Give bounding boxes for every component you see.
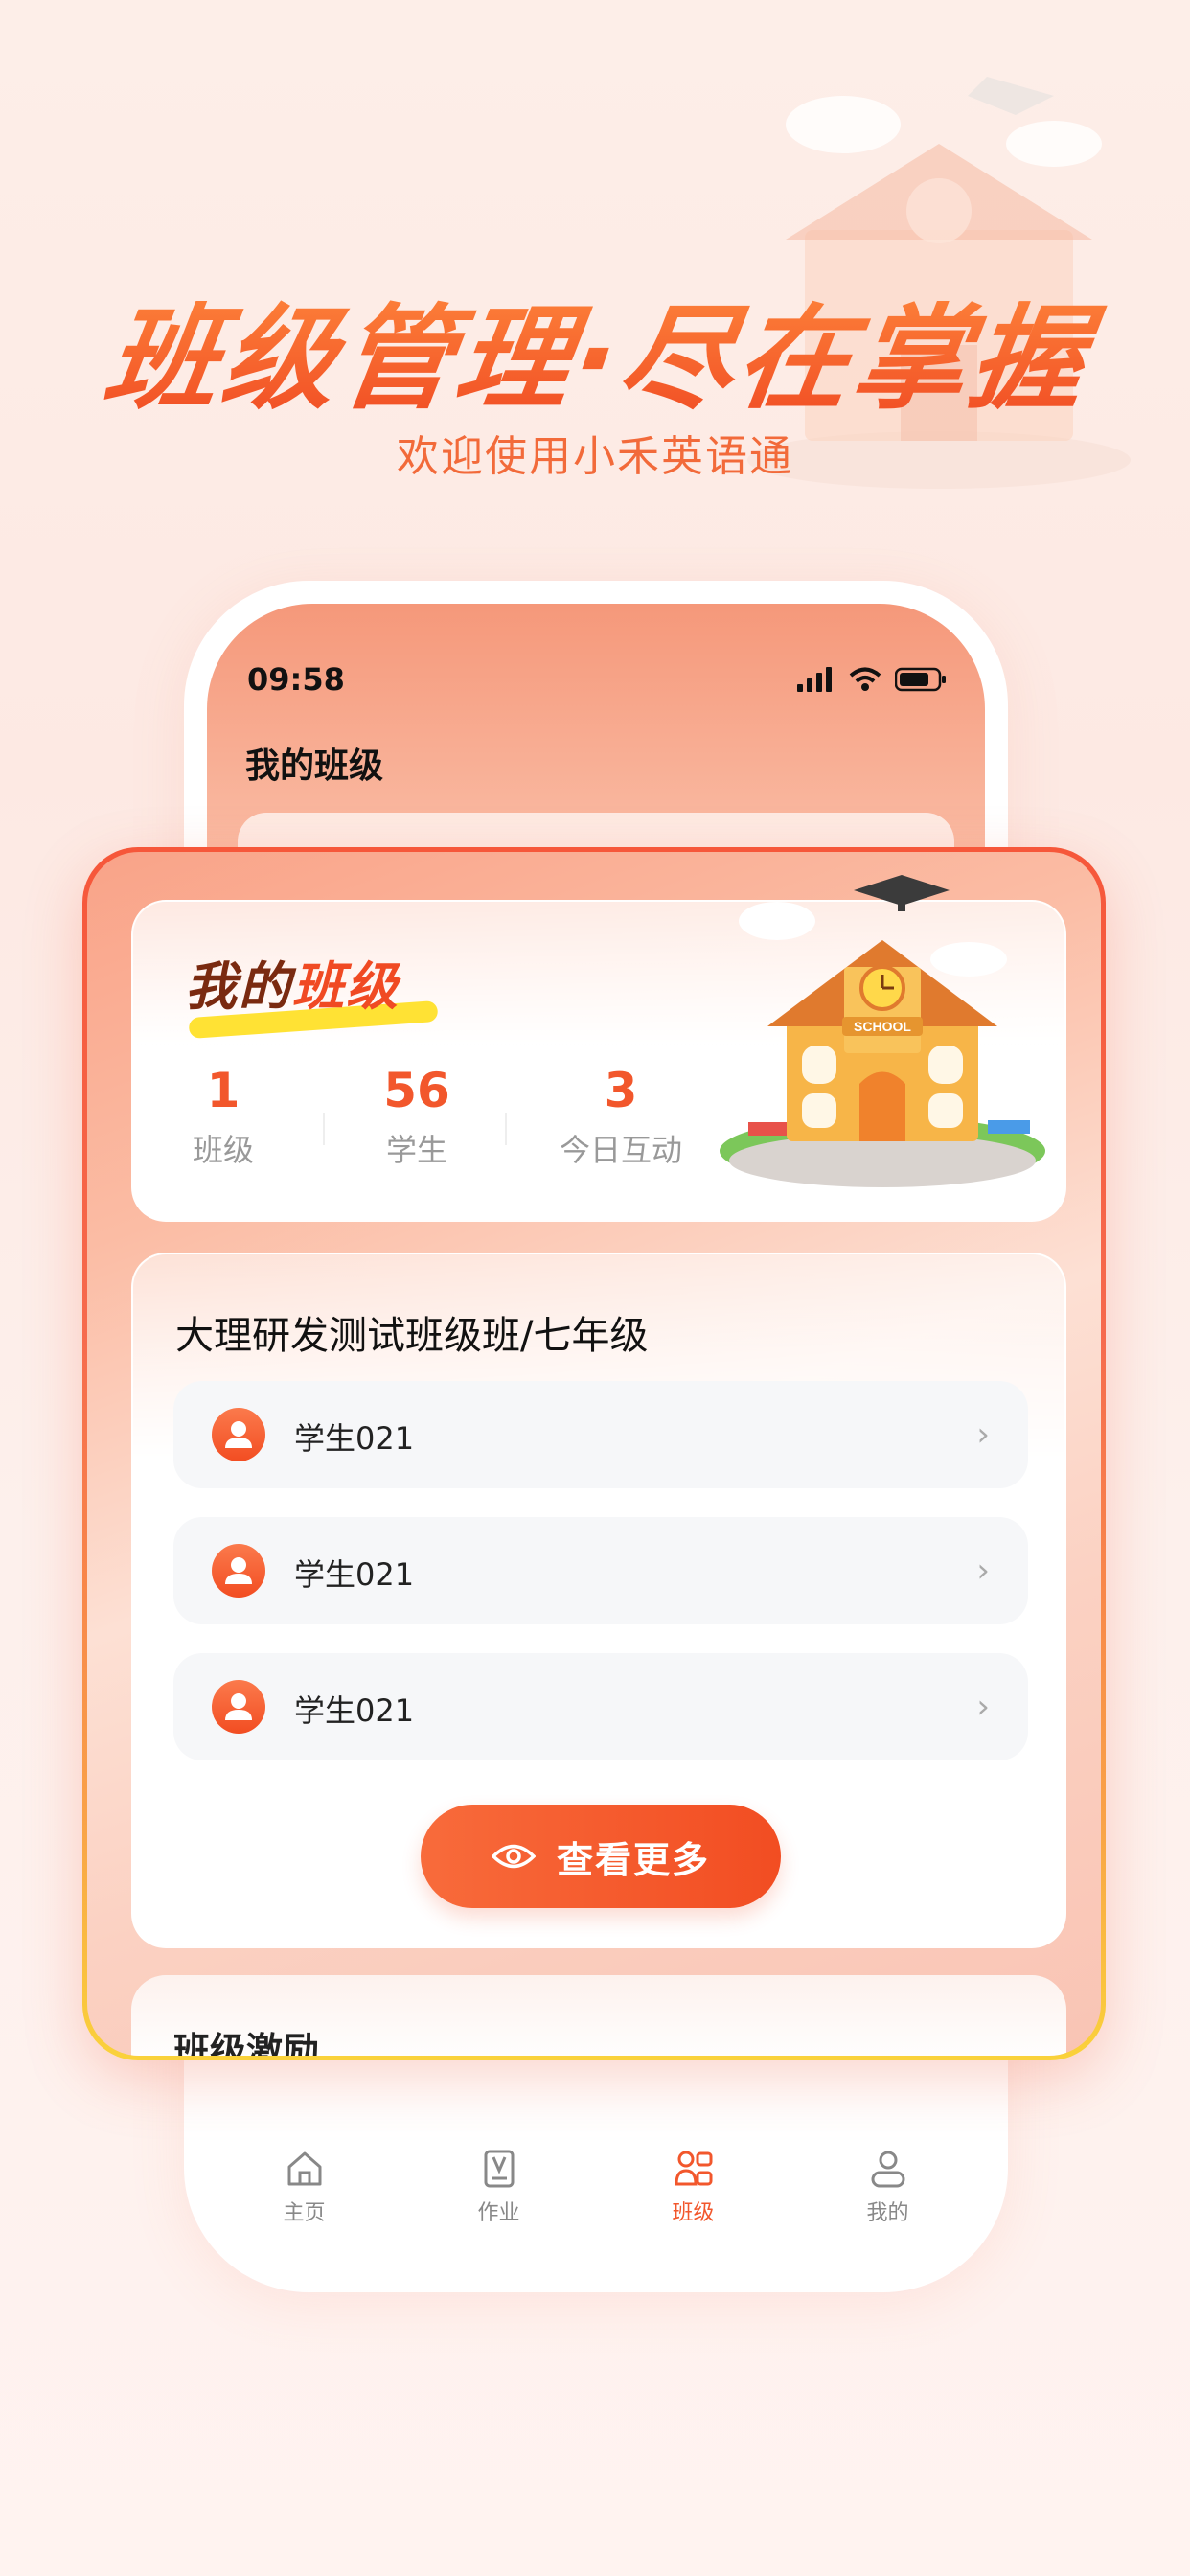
- student-row[interactable]: 学生021 ›: [173, 1381, 1028, 1488]
- student-name: 学生021: [294, 1556, 415, 1593]
- hero-title: 班级管理·尽在掌握: [46, 266, 1152, 430]
- student-row[interactable]: 学生021 ›: [173, 1517, 1028, 1624]
- tab-bar: 主页 作业 班级 我的: [207, 2129, 985, 2244]
- stat-value: 3: [604, 1063, 638, 1118]
- tab-label: 作业: [477, 2201, 520, 2225]
- stat-value: 1: [206, 1063, 240, 1118]
- summary-title: 我的班级: [185, 944, 400, 1020]
- screen-title: 我的班级: [245, 747, 384, 786]
- stat-interactions: 3 今日互动: [539, 1063, 702, 1170]
- profile-icon: [871, 2150, 904, 2188]
- stat-label: 班级: [192, 1132, 254, 1168]
- view-more-button[interactable]: 查看更多: [421, 1805, 781, 1908]
- class-card: 大理研发测试班级班/七年级 学生021 › 学生021 › 学生021 › 查看…: [131, 1253, 1066, 1948]
- hero-subtitle: 欢迎使用小禾英语通: [397, 432, 793, 481]
- status-bar: 09:58: [207, 661, 985, 709]
- tab-class[interactable]: 班级: [636, 2148, 751, 2226]
- status-time: 09:58: [247, 661, 345, 698]
- stat-label: 学生: [385, 1132, 447, 1168]
- student-avatar: [212, 1544, 265, 1598]
- summary-card: 我的班级 1 班级 56 学生 3 今日互动 SCHOOL: [131, 875, 1066, 1222]
- school-sign: SCHOOL: [854, 1019, 911, 1034]
- eye-icon: [491, 1844, 536, 1869]
- stat-classes: 1 班级: [147, 1063, 300, 1170]
- chevron-right-icon: ›: [976, 1688, 990, 1726]
- tab-label: 主页: [283, 2201, 326, 2225]
- wifi-icon: [849, 667, 881, 691]
- summary-title-part1: 我的: [185, 956, 292, 1017]
- tab-label: 班级: [672, 2201, 715, 2225]
- stat-students: 56 学生: [340, 1063, 493, 1170]
- tab-homework[interactable]: 作业: [442, 2148, 557, 2226]
- tab-label: 我的: [866, 2201, 909, 2225]
- class-overview-frame: 我的班级 1 班级 56 学生 3 今日互动 SCHOOL 大理研发测试班级班/…: [82, 847, 1106, 2060]
- status-icons: [797, 667, 947, 692]
- school-illustration: SCHOOL: [720, 875, 1045, 1187]
- person-icon: [225, 1693, 252, 1720]
- home-icon: [287, 2151, 321, 2186]
- signal-icon: [797, 667, 832, 692]
- student-name: 学生021: [294, 1692, 415, 1729]
- class-overview-panel: 我的班级 1 班级 56 学生 3 今日互动 SCHOOL 大理研发测试班级班/…: [87, 852, 1101, 2056]
- person-icon: [225, 1421, 252, 1448]
- stat-label: 今日互动: [559, 1132, 682, 1168]
- student-avatar: [212, 1680, 265, 1734]
- student-name: 学生021: [294, 1420, 415, 1457]
- stat-divider: [505, 1113, 507, 1145]
- view-more-label: 查看更多: [556, 1838, 710, 1881]
- class-reward-card: 班级激励: [131, 1975, 1066, 2056]
- stat-divider: [323, 1113, 325, 1145]
- tab-home[interactable]: 主页: [247, 2148, 362, 2226]
- student-row[interactable]: 学生021 ›: [173, 1653, 1028, 1760]
- battery-icon: [895, 667, 946, 692]
- student-avatar: [212, 1408, 265, 1461]
- homework-icon: [484, 2150, 514, 2188]
- tab-profile[interactable]: 我的: [831, 2148, 946, 2226]
- stat-value: 56: [383, 1063, 450, 1118]
- class-icon: [674, 2150, 712, 2186]
- person-icon: [225, 1557, 252, 1584]
- chevron-right-icon: ›: [976, 1552, 990, 1590]
- reward-title: 班级激励: [173, 2030, 320, 2056]
- chevron-right-icon: ›: [976, 1415, 990, 1454]
- class-name: 大理研发测试班级班/七年级: [175, 1314, 649, 1358]
- summary-title-part2: 班级: [292, 956, 400, 1017]
